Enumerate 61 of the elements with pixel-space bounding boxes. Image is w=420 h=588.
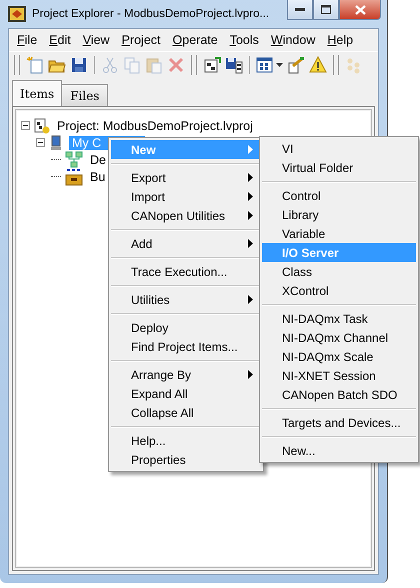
build-icon[interactable]	[203, 56, 221, 74]
window-title: Project Explorer - ModbusDemoProject.lvpro...	[32, 8, 270, 20]
submenu-item[interactable]: NI-DAQmx Channel	[262, 328, 416, 347]
dropdown-arrow-icon[interactable]	[276, 63, 283, 67]
menu-item[interactable]: Edit	[43, 33, 77, 47]
wand-icon[interactable]	[287, 56, 305, 74]
close-icon	[354, 4, 366, 14]
tab[interactable]: Items	[12, 80, 62, 106]
submenu-item[interactable]: Library	[262, 205, 416, 224]
context-menu-item[interactable]: Export	[111, 168, 261, 187]
menu-item[interactable]: Window	[264, 33, 322, 47]
context-menu-item[interactable]: Find Project Items...	[111, 337, 261, 356]
submenu-item[interactable]: CANopen Batch SDO	[262, 385, 416, 404]
tree-item[interactable]: Bu	[87, 170, 108, 184]
submenu-item[interactable]: Class	[262, 262, 416, 281]
submenu-item[interactable]: NI-XNET Session	[262, 366, 416, 385]
submenu-item[interactable]: Variable	[262, 224, 416, 243]
floppy-stack-icon[interactable]	[225, 56, 243, 74]
context-menu-item[interactable]: Properties	[111, 450, 261, 469]
submenu-item[interactable]: Targets and Devices...	[262, 413, 416, 432]
menu-item[interactable]: File	[11, 33, 44, 47]
toolbox-icon	[65, 168, 83, 186]
submenu-item[interactable]: Control	[262, 186, 416, 205]
collapse-icon[interactable]	[21, 121, 30, 130]
context-menu-item[interactable]: Utilities	[111, 290, 261, 309]
context-menu-item[interactable]: CANopen Utilities	[111, 206, 261, 225]
submenu-item[interactable]: XControl	[262, 281, 416, 300]
context-menu-item[interactable]: Expand All	[111, 384, 261, 403]
maximize-button[interactable]	[313, 0, 339, 20]
context-menu-item[interactable]: Deploy	[111, 318, 261, 337]
new-file-icon[interactable]	[26, 56, 44, 74]
floppy-icon[interactable]	[70, 56, 88, 74]
context-menu-item[interactable]: Import	[111, 187, 261, 206]
menu-item[interactable]: Help	[321, 33, 360, 47]
submenu-item[interactable]: New...	[262, 441, 416, 460]
context-menu-item[interactable]: Collapse All	[111, 403, 261, 422]
grid-icon[interactable]	[256, 56, 274, 74]
minimize-icon	[295, 8, 305, 12]
menu-item[interactable]: Tools	[224, 33, 265, 47]
menu-item[interactable]: Operate	[166, 33, 224, 47]
context-menu-item[interactable]: Help...	[111, 431, 261, 450]
maximize-icon	[321, 5, 331, 14]
menu-item[interactable]: Project	[116, 33, 167, 47]
tree-item[interactable]: De	[87, 152, 109, 166]
tab[interactable]: Files	[61, 84, 108, 106]
submenu-item[interactable]: NI-DAQmx Scale	[262, 347, 416, 366]
hierarchy-icon	[65, 150, 83, 168]
menu-item[interactable]: View	[76, 33, 116, 47]
collapse-icon[interactable]	[36, 138, 45, 147]
context-menu-item[interactable]: Add	[111, 234, 261, 253]
context-menu-item[interactable]: Arrange By	[111, 365, 261, 384]
close-button[interactable]	[339, 0, 381, 20]
warning-icon[interactable]	[309, 56, 327, 74]
submenu-item[interactable]: VI	[262, 139, 416, 158]
tree-item[interactable]: Project: ModbusDemoProject.lvproj	[54, 118, 256, 132]
app-icon	[8, 6, 26, 22]
minimize-button[interactable]	[287, 0, 313, 20]
project-icon	[34, 118, 50, 134]
context-menu-item[interactable]: Trace Execution...	[111, 262, 261, 281]
submenu-item[interactable]: Virtual Folder	[262, 158, 416, 177]
submenu-item[interactable]: NI-DAQmx Task	[262, 309, 416, 328]
